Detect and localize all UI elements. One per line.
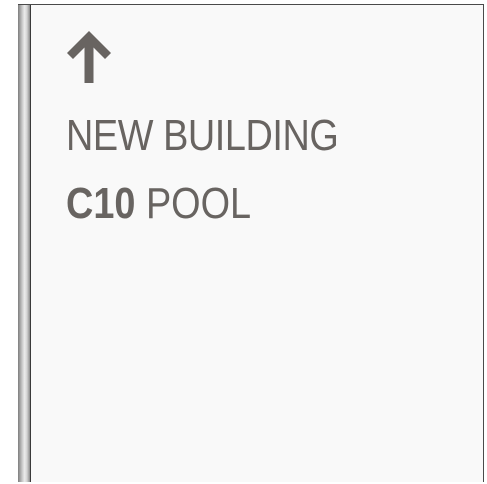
wayfinding-sign: NEW BUILDING C10 POOL bbox=[18, 4, 484, 482]
sign-edge bbox=[18, 5, 31, 482]
arrow-up-icon bbox=[67, 31, 111, 83]
room-code: C10 bbox=[66, 179, 136, 228]
destination-name: POOL bbox=[145, 179, 252, 228]
sign-line-destination: C10 POOL bbox=[66, 176, 251, 232]
sign-line-new-building: NEW BUILDING bbox=[66, 111, 339, 160]
